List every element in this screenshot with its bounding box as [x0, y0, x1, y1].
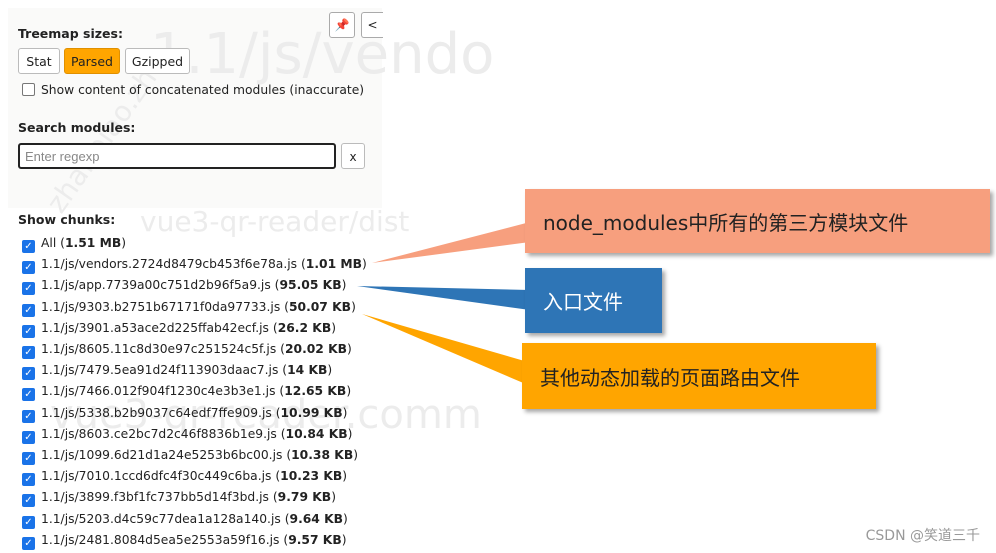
chunk-name: 1.1/js/app.7739a00c751d2b96f5a9.js [41, 278, 271, 293]
concat-label: Show content of concatenated modules (in… [41, 83, 365, 97]
chunk-item[interactable]: ✓ 1.1/js/8603.ce2bc7d2c46f8836b1e9.js (10… [22, 427, 352, 444]
chunk-size: 1.51 MB [64, 236, 122, 250]
chunk-item[interactable]: ✓ 1.1/js/2481.8084d5ea5e2553a59f16.js (9.… [22, 533, 347, 550]
concat-checkbox[interactable] [22, 83, 35, 96]
callout-pointer-app [357, 286, 530, 310]
chunk-checkbox[interactable]: ✓ [22, 494, 35, 508]
chunk-checkbox[interactable]: ✓ [22, 515, 35, 529]
chunk-checkbox[interactable]: ✓ [22, 388, 35, 402]
credit: CSDN @笑道三千 [865, 528, 980, 544]
chunk-size: 14 KB [287, 363, 328, 378]
chunk-item[interactable]: ✓ 1.1/js/3901.a53ace2d225ffab42ecf.js (26… [22, 321, 336, 338]
chunk-name: 1.1/js/8603.ce2bc7d2c46f8836b1e9.js [41, 426, 277, 441]
chunk-size: 95.05 KB [279, 278, 342, 293]
parsed-button[interactable]: Parsed [64, 48, 120, 74]
search-input[interactable] [18, 143, 336, 169]
chunk-name: 1.1/js/vendors.2724d8479cb453f6e78a.js [41, 257, 298, 272]
chunk-name: 1.1/js/3901.a53ace2d225ffab42ecf.js [41, 320, 269, 335]
chunk-item[interactable]: ✓ 1.1/js/5203.d4c59c77dea1a128a140.js (9.… [22, 512, 348, 529]
chunk-size: 9.79 KB [277, 490, 332, 505]
chunk-item[interactable]: ✓ 1.1/js/8605.11c8d30e97c251524c5f.js (20… [22, 342, 352, 359]
chunk-name: 1.1/js/2481.8084d5ea5e2553a59f16.js [41, 532, 280, 547]
chunk-size: 10.23 KB [280, 469, 343, 484]
chunk-name: All [41, 236, 57, 250]
chunk-checkbox[interactable]: ✓ [22, 261, 35, 275]
chunk-item[interactable]: ✓ 1.1/js/9303.b2751b67171f0da97733.js (50… [22, 300, 356, 317]
chunk-checkbox[interactable]: ✓ [22, 473, 35, 487]
gzipped-button[interactable]: Gzipped [125, 48, 190, 74]
chunk-name: 1.1/js/7466.012f904f1230c4e3b3e1.js [41, 384, 276, 399]
chunk-checkbox[interactable]: ✓ [22, 346, 35, 359]
chunk-size: 26.2 KB [277, 320, 332, 335]
chunk-size: 12.65 KB [284, 384, 347, 399]
chunk-size: 10.84 KB [285, 426, 348, 441]
callout-app: 入口文件 [525, 268, 662, 333]
chunk-item[interactable]: ✓ 1.1/js/app.7739a00c751d2b96f5a9.js (95.… [22, 278, 346, 296]
chunk-checkbox[interactable]: ✓ [22, 303, 35, 317]
chunk-item[interactable]: ✓ 1.1/js/vendors.2724d8479cb453f6e78a.js … [22, 257, 367, 275]
clear-search-button[interactable]: x [341, 143, 365, 169]
chunk-name: 1.1/js/9303.b2751b67171f0da97733.js [41, 299, 281, 314]
stat-button[interactable]: Stat [18, 48, 60, 74]
chunk-name: 1.1/js/7010.1ccd6dfc4f30c449c6ba.js [41, 469, 272, 484]
chevron-left-icon: < [367, 18, 378, 32]
chunk-item[interactable]: ✓ 1.1/js/7479.5ea91d24f113903daac7.js (14… [22, 363, 332, 381]
pin-button[interactable]: 📌 [329, 12, 355, 38]
chunk-checkbox[interactable]: ✓ [22, 536, 35, 550]
callout-pointer-vendors [372, 222, 530, 263]
treemap-sizes-title: Treemap sizes: [18, 26, 123, 41]
chunk-size: 9.57 KB [288, 532, 342, 547]
search-modules-title: Search modules: [18, 120, 136, 135]
chunk-name: 1.1/js/3899.f3bf1fc737bb5d14f3bd.js [41, 490, 269, 505]
chunk-checkbox[interactable]: ✓ [22, 452, 35, 465]
chunk-size: 10.38 KB [291, 448, 354, 462]
chunk-item[interactable]: ✓ 1.1/js/1099.6d21d1a24e5253b6bc00.js (10… [22, 448, 358, 465]
chunk-size: 9.64 KB [289, 511, 344, 526]
chunk-name: 1.1/js/7479.5ea91d24f113903daac7.js [41, 363, 279, 378]
chunk-size: 1.01 MB [305, 257, 363, 272]
chunk-checkbox[interactable]: ✓ [22, 409, 35, 423]
watermark: vue3-qr-reader/dist [140, 205, 410, 238]
chunk-item[interactable]: ✓ 1.1/js/7466.012f904f1230c4e3b3e1.js (12… [22, 384, 351, 402]
concat-modules-option[interactable]: Show content of concatenated modules (in… [22, 83, 364, 97]
chunk-size: 10.99 KB [280, 405, 343, 420]
chunk-name: 1.1/js/8605.11c8d30e97c251524c5f.js [41, 342, 277, 356]
chunk-size: 50.07 KB [288, 299, 352, 314]
chunk-item[interactable]: ✓ 1.1/js/3899.f3bf1fc737bb5d14f3bd.js (9.… [22, 490, 336, 508]
chunk-checkbox[interactable]: ✓ [22, 324, 35, 338]
callout-vendors: node_modules中所有的第三方模块文件 [525, 189, 990, 253]
chunk-name: 1.1/js/5203.d4c59c77dea1a128a140.js [41, 511, 281, 526]
chunk-checkbox[interactable]: ✓ [22, 282, 35, 296]
show-chunks-title: Show chunks: [18, 212, 116, 227]
chunk-item[interactable]: ✓ 1.1/js/7010.1ccd6dfc4f30c449c6ba.js (10… [22, 469, 347, 487]
chunk-checkbox[interactable]: ✓ [22, 240, 35, 253]
chunk-name: 1.1/js/1099.6d21d1a24e5253b6bc00.js [41, 448, 283, 462]
pin-icon: 📌 [334, 18, 350, 32]
collapse-button[interactable]: < [361, 12, 383, 38]
chunk-name: 1.1/js/5338.b2b9037c64edf7ffe909.js [41, 405, 272, 420]
chunk-checkbox[interactable]: ✓ [22, 367, 35, 381]
chunk-item[interactable]: ✓ All (1.51 MB) [22, 236, 126, 253]
chunk-size: 20.02 KB [284, 342, 348, 356]
chunk-checkbox[interactable]: ✓ [22, 430, 35, 444]
chunk-item[interactable]: ✓ 1.1/js/5338.b2b9037c64edf7ffe909.js (10… [22, 406, 347, 423]
callout-pointer-routes [362, 314, 528, 385]
callout-routes: 其他动态加载的页面路由文件 [522, 343, 876, 409]
